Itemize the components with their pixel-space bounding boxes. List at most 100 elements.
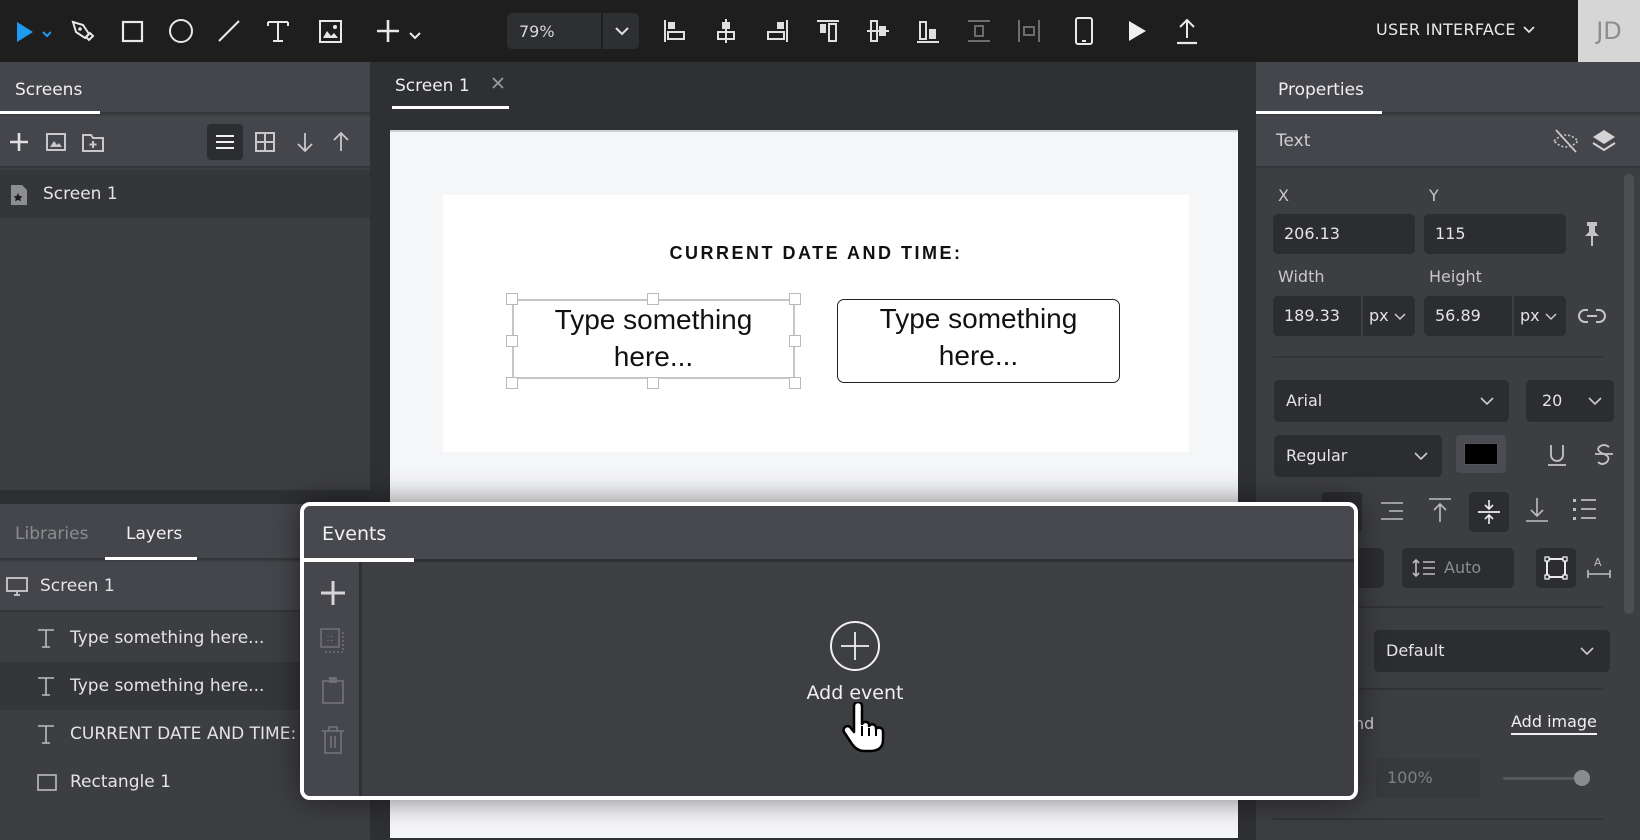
zoom-dropdown-button[interactable] <box>605 13 639 49</box>
active-tab-indicator <box>0 111 100 114</box>
add-image-screen-button[interactable] <box>40 126 72 158</box>
resize-handle-ne[interactable] <box>789 293 801 305</box>
resize-handle-s[interactable] <box>647 377 659 389</box>
resize-handle-e[interactable] <box>789 335 801 347</box>
rectangle-tool-button[interactable] <box>116 15 148 47</box>
opacity-slider-thumb[interactable] <box>1574 770 1590 786</box>
tab-properties[interactable]: Properties <box>1278 80 1364 100</box>
scrollbar[interactable] <box>1624 174 1634 614</box>
align-text-right-icon[interactable] <box>1379 498 1405 524</box>
zoom-value[interactable]: 79% <box>519 22 555 41</box>
textbox[interactable]: Type something here... <box>837 299 1120 383</box>
chevron-down-icon <box>615 27 629 36</box>
resize-handle-n[interactable] <box>647 293 659 305</box>
add-element-button[interactable] <box>372 15 426 47</box>
heading-text[interactable]: CURRENT DATE AND TIME: <box>443 243 1189 264</box>
add-image-link[interactable]: Add image <box>1511 712 1597 735</box>
height-input[interactable]: 56.89 px <box>1424 296 1566 336</box>
layer-item-label: Type something here... <box>70 628 265 648</box>
text-tool-button[interactable] <box>262 15 294 47</box>
rectangle-1[interactable]: CURRENT DATE AND TIME: Type something he… <box>443 195 1189 452</box>
width-label: Width <box>1278 267 1325 286</box>
x-input[interactable]: 206.13 <box>1273 214 1415 254</box>
pin-icon[interactable] <box>1581 220 1603 248</box>
visibility-hidden-icon[interactable] <box>1552 128 1580 154</box>
style-select[interactable]: Default <box>1374 630 1610 672</box>
font-weight-select[interactable]: Regular <box>1274 435 1442 477</box>
underline-icon[interactable] <box>1546 442 1568 468</box>
vertical-align-bottom-icon[interactable] <box>1524 496 1550 524</box>
user-avatar[interactable]: JD <box>1578 0 1640 62</box>
width-input[interactable]: 189.33 px <box>1273 296 1415 336</box>
opacity-input[interactable]: 100% <box>1376 758 1480 798</box>
opacity-value: 100% <box>1387 768 1433 787</box>
align-middle-button[interactable] <box>862 15 894 47</box>
workspace-menu[interactable]: USER INTERFACE <box>1376 20 1536 39</box>
play-preview-button[interactable] <box>1120 15 1152 47</box>
screen-list-item-label: Screen 1 <box>43 184 118 204</box>
link-icon[interactable] <box>1578 308 1606 324</box>
resize-handle-nw[interactable] <box>506 293 518 305</box>
image-tool-button[interactable] <box>314 15 346 47</box>
add-screen-button[interactable] <box>3 126 35 158</box>
tab-libraries[interactable]: Libraries <box>15 524 88 544</box>
resize-handle-sw[interactable] <box>506 377 518 389</box>
line-height-input[interactable]: Auto <box>1402 548 1514 588</box>
grid-view-button[interactable] <box>249 126 281 158</box>
tab-events[interactable]: Events <box>322 523 386 545</box>
align-middle-icon <box>867 20 889 42</box>
resize-handle-se[interactable] <box>789 377 801 389</box>
vertical-align-middle-button[interactable] <box>1469 492 1509 532</box>
screens-tabbar: Screens <box>0 62 370 114</box>
align-top-icon <box>817 20 839 42</box>
width-value: 189.33 <box>1284 306 1340 325</box>
layers-icon[interactable] <box>1591 128 1617 154</box>
tab-layers[interactable]: Layers <box>126 524 182 544</box>
align-right-button[interactable] <box>761 15 793 47</box>
add-folder-button[interactable] <box>77 126 109 158</box>
list-view-button[interactable] <box>207 124 243 160</box>
text-color-swatch-button[interactable] <box>1456 435 1506 473</box>
align-top-button[interactable] <box>812 15 844 47</box>
height-unit-select[interactable]: px <box>1520 306 1557 325</box>
align-bottom-button[interactable] <box>912 15 944 47</box>
sort-down-button[interactable] <box>289 126 321 158</box>
trash-icon[interactable] <box>321 726 345 754</box>
y-label: Y <box>1429 186 1439 205</box>
zoom-control[interactable]: 79% <box>507 13 639 49</box>
sort-up-button[interactable] <box>325 126 357 158</box>
resize-handle-w[interactable] <box>506 335 518 347</box>
ellipse-icon <box>169 19 193 43</box>
tab-screen-1[interactable]: Screen 1 <box>395 76 505 96</box>
plus-icon[interactable] <box>320 580 346 606</box>
close-icon[interactable] <box>491 76 505 90</box>
list-bullets-icon[interactable] <box>1572 496 1598 522</box>
clipboard-icon[interactable] <box>322 676 344 704</box>
screen-list-item[interactable]: Screen 1 <box>0 170 370 218</box>
auto-size-button[interactable] <box>1536 548 1576 588</box>
duplicate-icon[interactable] <box>320 628 346 654</box>
tab-screens[interactable]: Screens <box>15 80 82 100</box>
height-unit: px <box>1520 306 1540 325</box>
strikethrough-icon[interactable] <box>1593 442 1615 468</box>
add-event-label: Add event <box>806 682 904 704</box>
line-tool-button[interactable] <box>213 15 245 47</box>
pen-tool-button[interactable] <box>66 15 98 47</box>
y-input[interactable]: 115 <box>1424 214 1566 254</box>
export-button[interactable] <box>1171 15 1203 47</box>
active-tab-indicator <box>105 557 197 560</box>
font-family-select[interactable]: Arial <box>1274 380 1509 422</box>
device-preview-button[interactable] <box>1068 15 1100 47</box>
textbox-selected[interactable]: Type something here... <box>512 299 795 379</box>
align-center-button[interactable] <box>710 15 742 47</box>
width-unit-select[interactable]: px <box>1369 306 1406 325</box>
text-width-icon[interactable]: A <box>1586 554 1612 580</box>
events-panel: Events Add event <box>300 502 1358 800</box>
select-tool-button[interactable] <box>8 15 54 47</box>
vertical-align-top-icon[interactable] <box>1427 496 1453 524</box>
chevron-down-icon <box>1414 452 1428 461</box>
ellipse-tool-button[interactable] <box>165 15 197 47</box>
align-left-button[interactable] <box>659 15 691 47</box>
chevron-down-icon <box>1588 397 1602 406</box>
font-size-select[interactable]: 20 <box>1526 380 1614 422</box>
